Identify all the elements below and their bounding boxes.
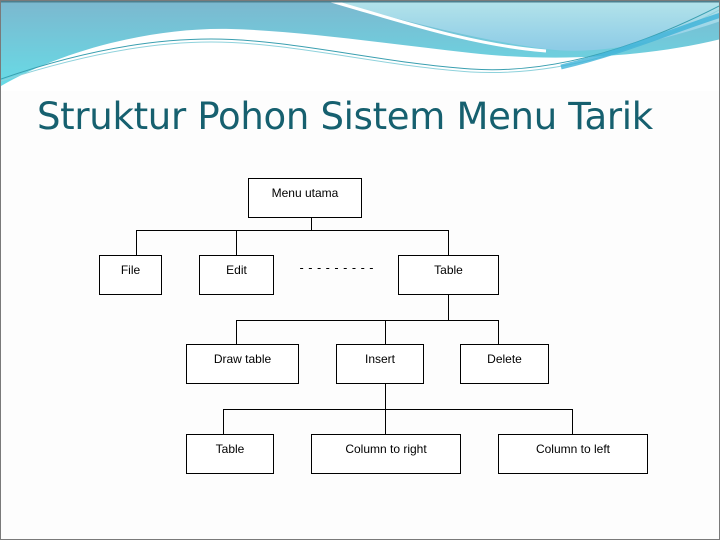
node-file: File: [99, 255, 162, 295]
node-label: Delete: [487, 352, 522, 366]
node-label: Insert: [364, 352, 395, 366]
connector: [223, 409, 224, 434]
node-label: Table: [434, 263, 463, 277]
node-label: Column to left: [535, 442, 611, 456]
connector: [448, 230, 449, 255]
node-label: Table: [215, 442, 245, 456]
connector: [236, 230, 237, 255]
slide: Struktur Pohon Sistem Menu Tarik Menu ut…: [0, 0, 720, 540]
node-label: Edit: [226, 263, 247, 277]
connector: [572, 409, 573, 434]
node-label: Draw table: [213, 352, 272, 366]
node-label: Menu utama: [271, 186, 339, 200]
connector: [136, 230, 449, 231]
node-edit: Edit: [199, 255, 274, 295]
node-table: Table: [398, 255, 499, 295]
connector: [311, 217, 312, 230]
connector: [385, 383, 386, 409]
menu-tree-diagram: Menu utama File Edit --------- Table Dra…: [1, 1, 719, 539]
connector: [498, 320, 499, 344]
connector: [385, 320, 386, 344]
node-label: Column to right: [345, 442, 427, 456]
ellipsis-placeholder: ---------: [298, 261, 377, 275]
connector: [448, 294, 449, 320]
connector: [236, 320, 237, 344]
connector: [136, 230, 137, 255]
node-delete: Delete: [460, 344, 549, 384]
node-insert-table: Table: [186, 434, 274, 474]
connector: [385, 409, 386, 434]
node-column-to-left: Column to left: [498, 434, 648, 474]
node-label: File: [120, 263, 141, 277]
node-insert: Insert: [336, 344, 424, 384]
connector: [236, 320, 499, 321]
connector: [223, 409, 573, 410]
node-draw-table: Draw table: [186, 344, 299, 384]
node-menu-utama: Menu utama: [248, 178, 362, 218]
node-column-to-right: Column to right: [311, 434, 461, 474]
